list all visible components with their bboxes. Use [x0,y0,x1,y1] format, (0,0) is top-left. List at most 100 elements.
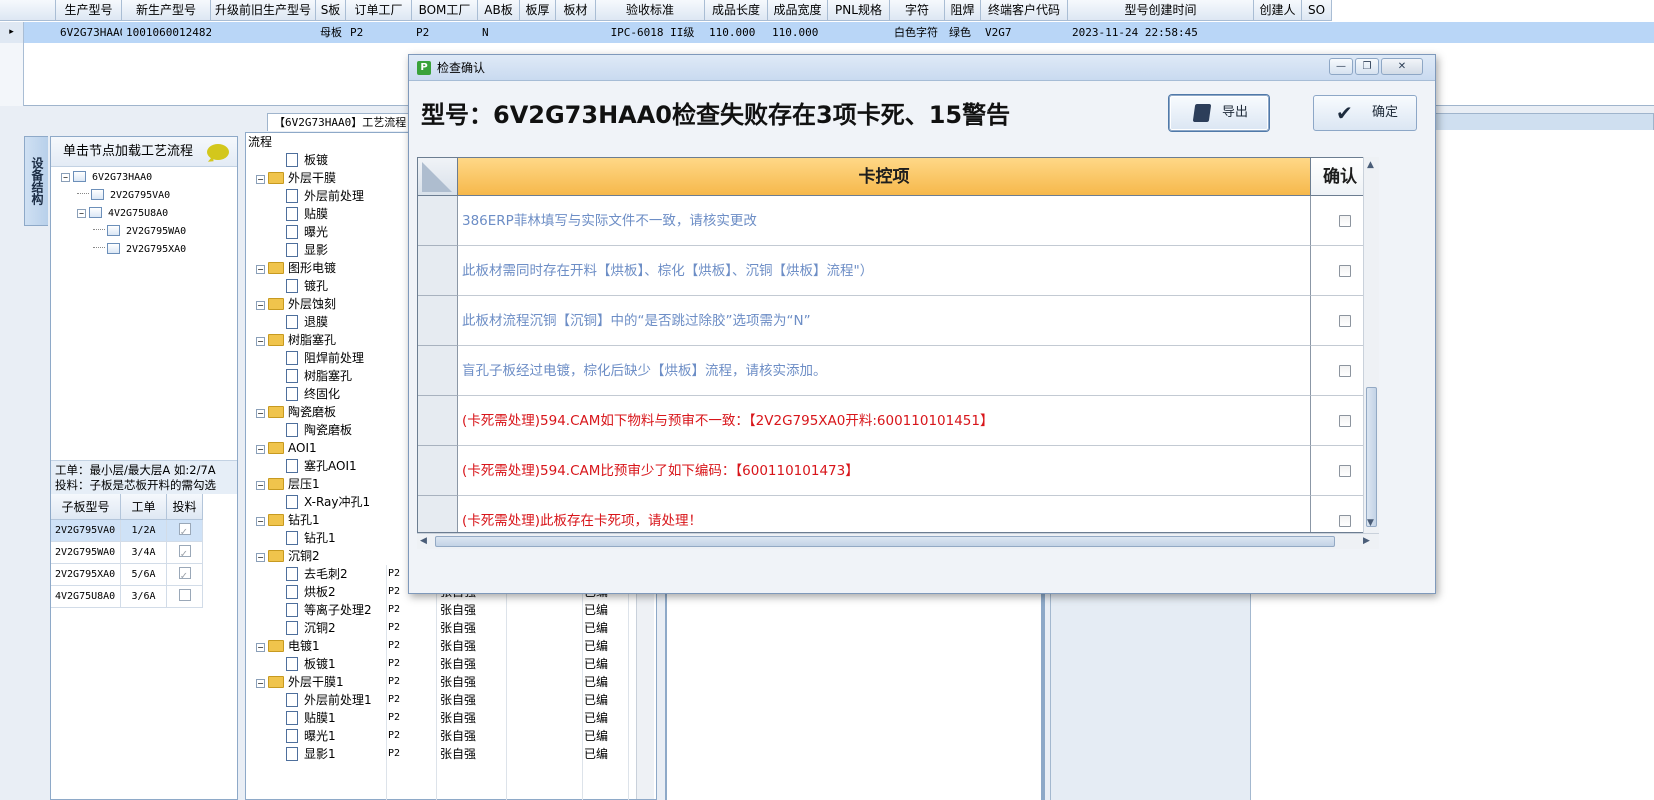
tree-node[interactable]: − 4V2G75U8A0 [77,205,168,223]
cell-creator[interactable] [1254,22,1302,43]
cell-so[interactable] [1302,22,1332,43]
feed-checkbox[interactable] [178,521,191,541]
confirm-checkbox[interactable] [1339,365,1351,377]
scroll-up-icon[interactable]: ▲ [1367,159,1374,171]
confirm-checkbox[interactable] [1339,515,1351,527]
column-header[interactable]: 创建人 [1254,0,1302,21]
cell-thickness[interactable] [520,22,556,43]
process-step[interactable]: 沉铜2 [286,619,336,637]
column-header[interactable]: 阻焊 [945,0,981,21]
confirm-checkbox[interactable] [1339,415,1351,427]
close-button[interactable]: ✕ [1381,58,1423,75]
tree-node[interactable]: 2V2G795VA0 [77,187,170,205]
column-header[interactable]: 终端客户代码 [981,0,1068,21]
process-step[interactable]: 塞孔AOI1 [286,457,357,475]
confirm-checkbox[interactable] [1339,315,1351,327]
column-header[interactable]: 升级前旧生产型号 [211,0,316,21]
process-group[interactable]: − 外层干膜 [256,169,336,187]
process-step[interactable]: 贴膜1 [286,709,336,727]
scroll-down-icon[interactable]: ▼ [1367,517,1374,529]
cell-solder-mask[interactable]: 绿色 [945,22,981,43]
horizontal-scrollbar[interactable]: ◀ ▶ [417,533,1379,549]
sub-board-feed[interactable] [167,564,203,586]
collapse-toggle-icon[interactable]: − [256,517,265,526]
cell-prod-model[interactable]: 6V2G73HAA0 [56,22,122,43]
collapse-toggle-icon[interactable]: − [256,679,265,688]
feed-checkbox[interactable] [178,543,191,563]
dialog-titlebar[interactable]: P 检查确认 — ❐ ✕ [409,55,1435,81]
process-step[interactable]: 曝光1 [286,727,336,745]
sub-board-model[interactable]: 2V2G795WA0 [51,542,121,564]
collapse-toggle-icon[interactable]: − [256,445,265,454]
column-header[interactable]: 订单工厂 [346,0,412,21]
process-step[interactable]: 去毛刺2 [286,565,348,583]
process-step[interactable]: 板镀 [286,151,328,169]
process-group[interactable]: − 图形电镀 [256,259,336,277]
process-group[interactable]: − 层压1 [256,475,320,493]
sub-board-order[interactable]: 5/6A [121,564,167,586]
column-header[interactable]: BOM工厂 [412,0,478,21]
cell-s-board[interactable]: 母板 [316,22,346,43]
process-step[interactable]: 陶瓷磨板 [286,421,352,439]
tree-node[interactable]: 2V2G795WA0 [93,223,186,241]
row-header[interactable] [418,296,458,346]
cell-char[interactable]: 白色字符 [890,22,945,43]
column-header[interactable]: 型号创建时间 [1068,0,1254,21]
cell-old-model[interactable] [211,22,316,43]
column-header[interactable]: 工单 [121,494,167,520]
cell-customer-code[interactable]: V2G7 [981,22,1068,43]
process-step[interactable]: 树脂塞孔 [286,367,352,385]
check-item-row[interactable]: 盲孔子板经过电镀，棕化后缺少【烘板】流程，请核实添加。 [418,346,1371,396]
check-item-row[interactable]: (卡死需处理)此板存在卡死项，请处理！ [418,496,1371,532]
collapse-toggle-icon[interactable]: − [256,265,265,274]
process-step[interactable]: 退膜 [286,313,328,331]
collapse-toggle-icon[interactable]: − [256,409,265,418]
column-header[interactable]: 投料 [167,494,203,520]
process-step[interactable]: 显影 [286,241,328,259]
collapse-toggle-icon[interactable]: − [256,643,265,652]
process-step[interactable]: 外层前处理 [286,187,364,205]
sub-board-order[interactable]: 3/4A [121,542,167,564]
check-item-row[interactable]: (卡死需处理)594.CAM比预审少了如下编码：【600110101473】 [418,446,1371,496]
process-group[interactable]: − 树脂塞孔 [256,331,336,349]
feed-checkbox[interactable] [178,589,191,601]
process-group[interactable]: − 电镀1 [256,637,320,655]
process-group[interactable]: − 陶瓷磨板 [256,403,336,421]
scroll-right-icon[interactable]: ▶ [1363,535,1370,547]
process-step[interactable]: 曝光 [286,223,328,241]
restore-button[interactable]: ❐ [1355,58,1379,75]
collapse-toggle-icon[interactable]: − [256,337,265,346]
cell-pnl[interactable] [828,22,890,43]
export-button[interactable]: 导出 [1169,95,1269,131]
tab-process-flow[interactable]: 【6V2G73HAA0】工艺流程 [267,113,414,131]
sub-board-feed[interactable] [167,586,203,608]
process-step[interactable]: 烘板2 [286,583,336,601]
vertical-scroll-thumb[interactable] [1366,387,1377,527]
process-step[interactable]: 贴膜 [286,205,328,223]
cell-width[interactable]: 110.000 [768,22,828,43]
grid-header-control-item[interactable]: 卡控项 [458,158,1311,196]
process-step[interactable]: 镀孔 [286,277,328,295]
minimize-button[interactable]: — [1329,58,1353,75]
sub-board-order[interactable]: 3/6A [121,586,167,608]
check-item-row[interactable]: 此板材流程沉铜【沉铜】中的“是否跳过除胶”选项需为“N” [418,296,1371,346]
column-header[interactable]: SO [1302,0,1332,21]
process-step[interactable]: 钻孔1 [286,529,336,547]
confirm-checkbox[interactable] [1339,265,1351,277]
column-header[interactable]: 字符 [890,0,945,21]
check-item-row[interactable]: (卡死需处理)594.CAM如下物料与预审不一致：【2V2G795XA0开料:6… [418,396,1371,446]
process-step[interactable]: 外层前处理1 [286,691,372,709]
vertical-scrollbar[interactable]: ▲ ▼ [1363,157,1379,533]
process-step[interactable]: 终固化 [286,385,340,403]
cell-standard[interactable]: IPC-6018 II级 [596,22,705,43]
process-step[interactable]: 显影1 [286,745,336,763]
collapse-toggle-icon[interactable]: − [256,175,265,184]
scroll-left-icon[interactable]: ◀ [420,535,427,547]
column-header[interactable]: 板厚 [520,0,556,21]
confirm-checkbox[interactable] [1339,465,1351,477]
row-header[interactable] [418,396,458,446]
sub-board-order[interactable]: 1/2A [121,520,167,542]
process-group[interactable]: − 外层干膜1 [256,673,344,691]
column-header[interactable]: 验收标准 [596,0,705,21]
process-group[interactable]: − 外层蚀刻 [256,295,336,313]
